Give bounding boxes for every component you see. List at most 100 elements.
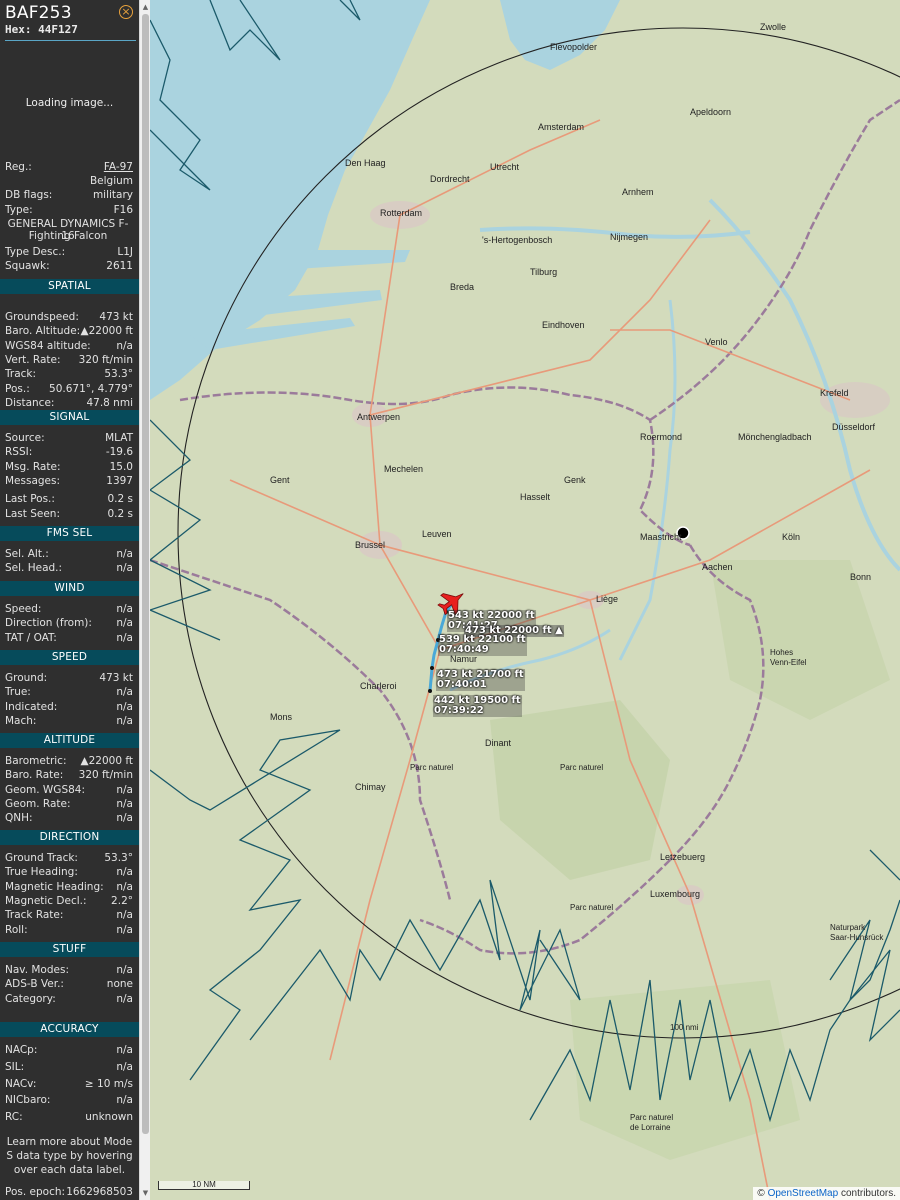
direction-row: Magnetic Decl.: 2.2° [5,894,133,908]
speed-row: True: n/a [5,685,133,699]
field-value: ≥ 10 m/s [84,1077,133,1090]
section-header-speed: SPEED [0,650,139,665]
map-view[interactable]: Den Haag Rotterdam Amsterdam Utrecht Arn… [150,0,900,1200]
type-row: Type: F16 [5,204,133,216]
field-value: n/a [116,812,133,825]
db-flags-row: DB flags: military [5,189,133,201]
accuracy-row: RC: unknown [5,1110,133,1124]
field-label: True Heading: [5,866,78,879]
section-header-stuff: STUFF [0,942,139,957]
svg-text:Brussel: Brussel [355,540,385,550]
field-value: n/a [116,700,133,713]
field-value: n/a [116,1094,133,1107]
svg-text:Charleroi: Charleroi [360,681,397,691]
svg-text:Mons: Mons [270,712,293,722]
field-label: Source: [5,432,45,444]
section-header-fms-sel: FMS SEL [0,526,139,541]
field-value: -19.6 [105,446,133,459]
field-label: Last Pos.: [5,493,55,506]
field-label: ADS-B Ver.: [5,978,64,991]
fms-sel-row: Sel. Alt.: n/a [5,547,133,561]
svg-text:'s-Hertogenbosch: 's-Hertogenbosch [482,235,552,245]
section-header-signal: SIGNAL [0,410,139,425]
field-value: 47.8 nmi [86,396,133,409]
accuracy-row: SIL: n/a [5,1060,133,1074]
callsign: BAF253 [5,3,72,23]
field-label: SIL: [5,1060,25,1073]
svg-text:Eindhoven: Eindhoven [542,320,585,330]
map-scale-bar: 10 NM [158,1181,250,1190]
svg-text:Luxembourg: Luxembourg [650,889,700,899]
field-value: 53.3° [104,368,133,381]
svg-text:Dordrecht: Dordrecht [430,174,470,184]
svg-text:Amsterdam: Amsterdam [538,122,584,132]
track-label-2: 539 kt 22100 ft 07:40:49 [438,634,527,656]
altitude-row: Geom. WGS84: n/a [5,783,133,797]
field-value: unknown [85,1111,133,1124]
altitude-row: Geom. Rate: n/a [5,797,133,811]
stuff-row: ADS-B Ver.: none [5,977,133,991]
field-label: Roll: [5,923,28,936]
field-value: n/a [116,992,133,1005]
spatial-row: Vert. Rate: 320 ft/min [5,353,133,367]
svg-text:Hohes: Hohes [770,648,793,657]
altitude-row: Barometric: ▲22000 ft [5,754,133,768]
svg-text:Krefeld: Krefeld [820,388,849,398]
map-attribution: © OpenStreetMap contributors. [753,1187,900,1200]
spatial-row: Baro. Altitude: ▲22000 ft [5,324,133,338]
country-row: Belgium [5,174,133,188]
direction-row: Roll: n/a [5,923,133,937]
field-label: Sel. Alt.: [5,548,49,560]
field-value: 0.2 s [107,507,133,520]
svg-text:Chimay: Chimay [355,782,386,792]
svg-text:Flevopolder: Flevopolder [550,42,597,52]
spatial-row: Track: 53.3° [5,367,133,381]
field-value: ▲22000 ft [80,325,133,338]
field-label: QNH: [5,812,33,825]
svg-text:Parc naturel: Parc naturel [630,1113,673,1122]
squawk-row: Squawk: 2611 [5,260,133,272]
field-label: NACv: [5,1077,37,1090]
pos-epoch-row: Pos. epoch: 1662968503 [5,1186,133,1198]
section-header-altitude: ALTITUDE [0,733,139,748]
wind-row: Speed: n/a [5,602,133,616]
svg-text:Zwolle: Zwolle [760,22,786,32]
speed-row: Indicated: n/a [5,700,133,714]
field-value: 1397 [106,474,133,487]
track-label-3: 473 kt 21700 ft 07:40:01 [436,669,525,691]
field-label: Track Rate: [5,909,64,922]
field-label: Pos.: [5,382,30,395]
openstreetmap-link[interactable]: OpenStreetMap [768,1188,839,1199]
field-label: Track: [5,368,37,381]
direction-row: Track Rate: n/a [5,908,133,922]
svg-text:Liège: Liège [596,594,618,604]
field-value: n/a [116,562,133,575]
field-label: NICbaro: [5,1094,51,1107]
hex-code: Hex: 44F127 [5,23,78,36]
field-label: TAT / OAT: [5,631,57,644]
field-label: Vert. Rate: [5,353,61,366]
scrollbar-thumb[interactable] [142,14,149,1134]
field-value: n/a [116,880,133,893]
direction-row: Ground Track: 53.3° [5,851,133,865]
svg-text:Dinant: Dinant [485,738,512,748]
field-label: Mach: [5,714,37,727]
field-value: n/a [116,603,133,615]
field-value: 320 ft/min [78,353,133,366]
close-icon[interactable]: × [119,5,133,19]
learn-more-text: Learn more about Mode S data type by hov… [6,1136,133,1176]
field-label: Groundspeed: [5,311,79,323]
svg-text:Genk: Genk [564,475,586,485]
field-value: 473 kt [99,672,133,684]
field-label: Sel. Head.: [5,562,63,575]
svg-text:Antwerpen: Antwerpen [357,412,400,422]
signal-row: Msg. Rate: 15.0 [5,460,133,474]
signal-row: Last Pos.: 0.2 s [5,492,133,506]
field-label: WGS84 altitude: [5,339,91,352]
svg-text:Den Haag: Den Haag [345,158,386,168]
map-canvas[interactable]: Den Haag Rotterdam Amsterdam Utrecht Arn… [150,0,900,1200]
field-label: True: [5,686,31,699]
registration-link[interactable]: FA-97 [104,160,133,174]
wind-row: TAT / OAT: n/a [5,631,133,645]
field-value: MLAT [105,432,133,444]
